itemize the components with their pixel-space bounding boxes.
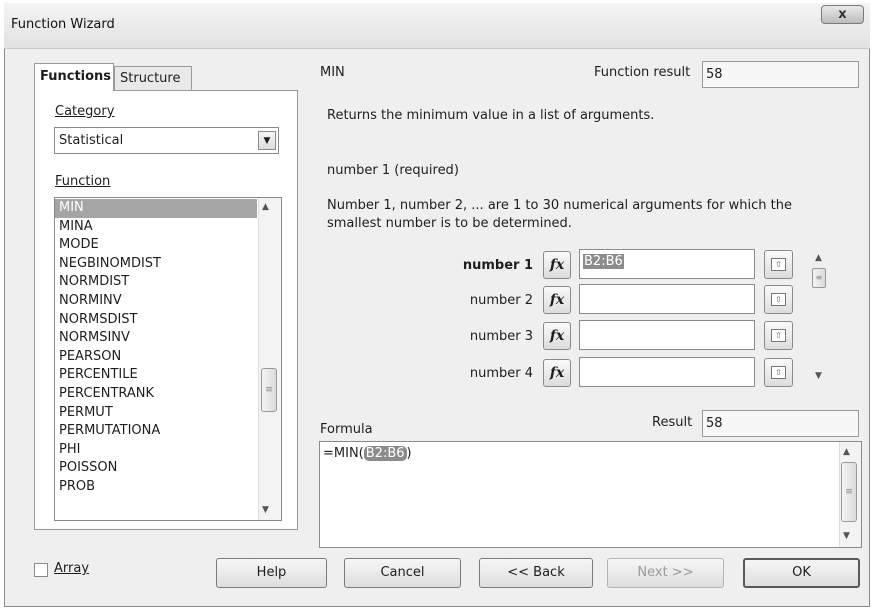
- scroll-thumb[interactable]: ≡: [841, 462, 857, 522]
- formula-label: Formula: [320, 422, 373, 437]
- formula-prefix: =MIN(: [323, 446, 364, 461]
- arg-label-number-4: number 4: [469, 366, 533, 381]
- arg-label-number-3: number 3: [469, 329, 533, 344]
- next-button[interactable]: Next >>: [607, 558, 724, 588]
- fx-icon[interactable]: fx: [543, 286, 571, 314]
- arg-label-number-2: number 2: [469, 293, 533, 308]
- function-list-item[interactable]: PERMUTATIONA: [55, 422, 257, 441]
- function-list-item[interactable]: PEARSON: [55, 348, 257, 367]
- function-list-item[interactable]: NEGBINOMDIST: [55, 255, 257, 274]
- number-1-input[interactable]: B2:B6: [579, 249, 755, 279]
- array-label[interactable]: Array: [54, 561, 89, 576]
- back-button[interactable]: << Back: [479, 558, 593, 588]
- function-list-item[interactable]: POISSON: [55, 459, 257, 478]
- shrink-button-3[interactable]: ⇧: [764, 321, 793, 350]
- title-bar: [4, 3, 870, 49]
- help-button[interactable]: Help: [216, 558, 327, 588]
- shrink-button-1[interactable]: ⇧: [764, 250, 793, 279]
- number-2-input[interactable]: [579, 284, 755, 314]
- tab-structure[interactable]: Structure: [114, 66, 192, 90]
- fx-icon[interactable]: fx: [543, 251, 571, 279]
- argument-description: Number 1, number 2, ... are 1 to 30 nume…: [327, 198, 793, 231]
- function-list-item[interactable]: NORMSINV: [55, 329, 257, 348]
- category-label: Category: [55, 104, 114, 119]
- number-4-input[interactable]: [579, 357, 755, 387]
- array-label-text: Array: [54, 561, 90, 576]
- window-title: Function Wizard: [11, 17, 115, 32]
- close-button[interactable]: x: [821, 5, 864, 24]
- scroll-down-icon[interactable]: ▼: [262, 505, 269, 515]
- function-list-item[interactable]: PERMUT: [55, 404, 257, 423]
- scroll-up-icon[interactable]: ▲: [262, 202, 269, 212]
- function-list-items: MIN MINA MODE NEGBINOMDIST NORMDIST NORMINV NO…: [55, 199, 257, 497]
- shrink-icon: ⇧: [771, 366, 786, 379]
- scroll-thumb[interactable]: ≡: [261, 368, 277, 412]
- chevron-down-icon[interactable]: ▼: [258, 131, 276, 150]
- scroll-thumb[interactable]: ≡: [812, 268, 826, 288]
- function-list-item[interactable]: MIN: [55, 199, 257, 218]
- function-result-field: 58: [702, 61, 859, 88]
- result-field: 58: [702, 410, 859, 437]
- function-list-item[interactable]: MODE: [55, 236, 257, 255]
- category-label-text: Category: [55, 104, 115, 119]
- function-description: Returns the minimum value in a list of a…: [327, 108, 655, 123]
- fx-icon[interactable]: fx: [543, 322, 571, 350]
- number-1-value: B2:B6: [583, 254, 624, 269]
- function-list-item[interactable]: NORMDIST: [55, 273, 257, 292]
- result-label: Result: [652, 415, 693, 430]
- category-value: Statistical: [59, 133, 124, 148]
- shrink-button-2[interactable]: ⇧: [764, 285, 793, 314]
- number-3-input[interactable]: [579, 320, 755, 350]
- scroll-up-icon[interactable]: ▲: [843, 447, 850, 457]
- shrink-icon: ⇧: [771, 329, 786, 342]
- function-list-item[interactable]: PROB: [55, 478, 257, 497]
- scroll-up-icon[interactable]: ▲: [815, 253, 822, 263]
- function-list-item[interactable]: MINA: [55, 218, 257, 237]
- function-list-item[interactable]: PERCENTRANK: [55, 385, 257, 404]
- argument-heading: number 1 (required): [327, 163, 459, 178]
- fx-icon[interactable]: fx: [543, 359, 571, 387]
- scroll-down-icon[interactable]: ▼: [843, 531, 850, 541]
- shrink-icon: ⇧: [771, 293, 786, 306]
- function-list-item[interactable]: PERCENTILE: [55, 366, 257, 385]
- formula-suffix: ): [406, 446, 412, 461]
- function-list-item[interactable]: PHI: [55, 441, 257, 460]
- array-checkbox[interactable]: [34, 563, 48, 577]
- shrink-button-4[interactable]: ⇧: [764, 358, 793, 387]
- ok-button[interactable]: OK: [743, 558, 860, 588]
- function-result-label: Function result: [594, 65, 691, 80]
- function-list-item[interactable]: NORMINV: [55, 292, 257, 311]
- arg-label-number-1: number 1: [462, 258, 533, 273]
- formula-selected-arg: B2:B6: [363, 446, 407, 461]
- function-list-scrollbar[interactable]: [258, 198, 281, 520]
- scroll-down-icon[interactable]: ▼: [815, 371, 822, 381]
- tab-functions[interactable]: Functions: [34, 63, 114, 91]
- function-label: Function: [55, 174, 110, 189]
- formula-text[interactable]: =MIN(B2:B6): [323, 446, 412, 461]
- function-name: MIN: [320, 65, 345, 80]
- function-list-item[interactable]: NORMSDIST: [55, 311, 257, 330]
- cancel-button[interactable]: Cancel: [344, 558, 461, 588]
- function-label-text: Function: [55, 174, 111, 189]
- shrink-icon: ⇧: [771, 258, 786, 271]
